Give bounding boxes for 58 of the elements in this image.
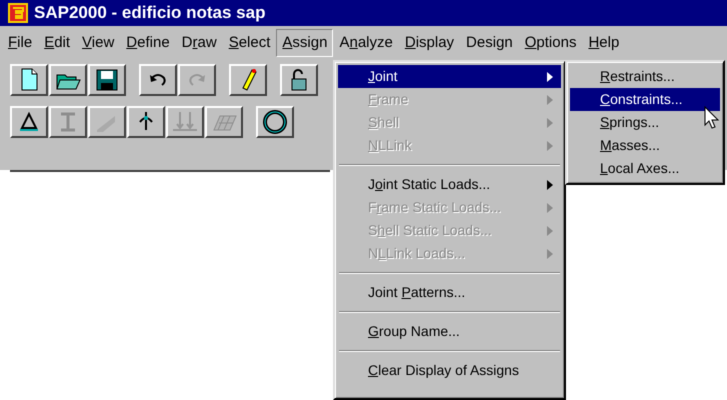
toolbar-button[interactable] bbox=[280, 64, 318, 96]
menu-item[interactable]: View bbox=[76, 28, 120, 58]
toolbar-button[interactable] bbox=[10, 64, 48, 96]
submenu-arrow-icon bbox=[547, 180, 553, 190]
toolbar-button[interactable] bbox=[88, 106, 126, 138]
submenu-arrow-icon bbox=[547, 94, 553, 104]
menu-item[interactable]: Edit bbox=[38, 28, 76, 58]
menu-item[interactable]: Display bbox=[398, 28, 460, 58]
menu-item[interactable]: Restraints... bbox=[570, 65, 720, 88]
menu-item[interactable]: Constraints... bbox=[570, 88, 720, 111]
menu-item[interactable]: Analyze bbox=[333, 28, 399, 58]
menu-item[interactable]: Group Name... bbox=[338, 320, 561, 343]
menu-item-label: Shell bbox=[368, 113, 400, 132]
menu-item-label: Frame Static Loads... bbox=[368, 198, 502, 217]
menu-item[interactable]: Clear Display of Assigns bbox=[338, 359, 561, 382]
menu-item[interactable]: Draw bbox=[176, 28, 223, 58]
submenu-arrow-icon bbox=[547, 226, 553, 236]
menu-item[interactable]: Select bbox=[222, 28, 276, 58]
menu-item[interactable]: Define bbox=[120, 28, 176, 58]
toolbar-button[interactable] bbox=[256, 106, 294, 138]
menu-item-label: Joint bbox=[368, 67, 398, 86]
menu-item[interactable]: Options bbox=[518, 28, 582, 58]
toolbar-button[interactable] bbox=[205, 106, 243, 138]
toolbar-button[interactable] bbox=[127, 106, 165, 138]
submenu-arrow-icon bbox=[547, 248, 553, 258]
mouse-pointer-icon bbox=[704, 106, 720, 130]
menu-item[interactable]: Assign bbox=[276, 28, 334, 58]
menu-item[interactable]: Local Axes... bbox=[570, 157, 720, 180]
toolbar-button[interactable] bbox=[166, 106, 204, 138]
menu-item[interactable]: Joint bbox=[338, 65, 561, 88]
toolbar-button[interactable] bbox=[10, 106, 48, 138]
toolbar-button[interactable] bbox=[88, 64, 126, 96]
submenu-arrow-icon bbox=[547, 72, 553, 82]
menu-item-label: NLLink Loads... bbox=[368, 244, 466, 263]
submenu-arrow-icon bbox=[547, 140, 553, 150]
menu-item-label: Clear Display of Assigns bbox=[368, 361, 519, 380]
ring-icon bbox=[261, 108, 289, 136]
toolbar-button[interactable] bbox=[178, 64, 216, 96]
submenu-arrow-icon bbox=[547, 118, 553, 128]
toolbar-button[interactable] bbox=[49, 64, 87, 96]
toolbar-button[interactable] bbox=[49, 106, 87, 138]
menu-item[interactable]: File bbox=[2, 28, 38, 58]
toolbar-button[interactable] bbox=[139, 64, 177, 96]
menu-item-label: Joint Patterns... bbox=[368, 283, 466, 302]
app-logo-icon bbox=[8, 3, 28, 23]
menu-item-label: Frame bbox=[368, 90, 408, 109]
toolbar-button[interactable] bbox=[229, 64, 267, 96]
window-title: SAP2000 - edificio notas sap bbox=[34, 2, 266, 24]
menu-item[interactable]: Design bbox=[460, 28, 519, 58]
menu-item[interactable]: Joint Patterns... bbox=[338, 281, 561, 304]
menu-item[interactable]: Masses... bbox=[570, 134, 720, 157]
submenu-arrow-icon bbox=[547, 202, 553, 212]
menu-item-label: NLLink bbox=[368, 136, 412, 155]
menu-item-label: Joint Static Loads... bbox=[368, 175, 490, 194]
menu-item-label: Group Name... bbox=[368, 322, 460, 341]
menu-item[interactable]: Joint Static Loads... bbox=[338, 173, 561, 196]
menu-item[interactable]: Help bbox=[582, 28, 626, 58]
menu-item-label: Shell Static Loads... bbox=[368, 221, 492, 240]
